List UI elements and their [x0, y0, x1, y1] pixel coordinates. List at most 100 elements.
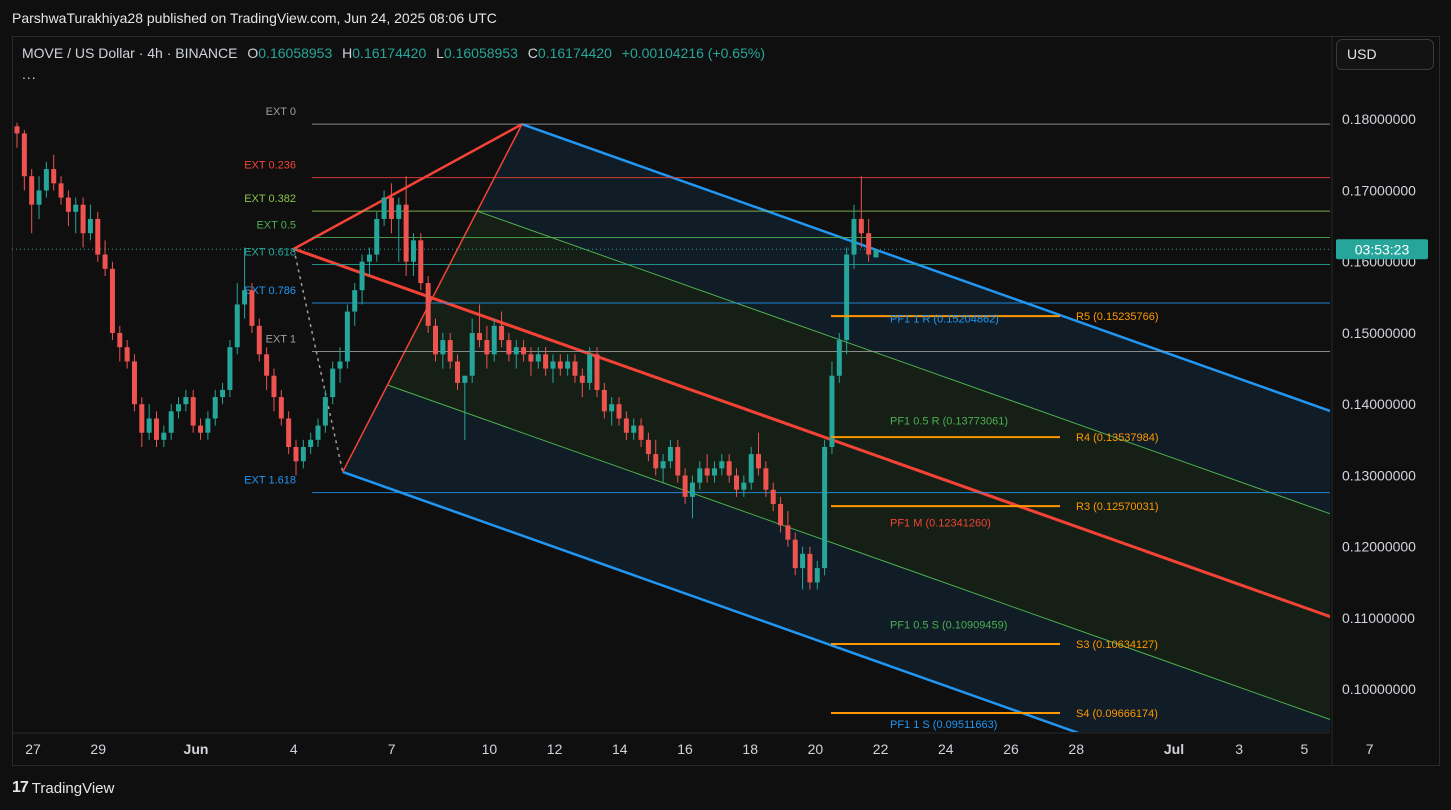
candle-body: [836, 340, 842, 376]
time-tick-label: 5: [1301, 741, 1309, 757]
time-tick-label: 24: [938, 741, 954, 757]
candle-body: [851, 218, 857, 255]
currency-button[interactable]: USD: [1336, 39, 1434, 70]
candle-body: [572, 361, 578, 376]
candle-body: [337, 361, 343, 369]
change-value: +0.00104216 (+0.65%): [621, 45, 765, 61]
candle-body: [117, 332, 123, 348]
time-tick-label: 18: [742, 741, 758, 757]
candle-body: [711, 468, 717, 476]
candle-body: [29, 176, 35, 205]
candle-body: [131, 361, 137, 405]
close-key: C: [527, 45, 538, 61]
high-value: 0.16174420: [352, 45, 427, 61]
candle-body: [293, 446, 299, 462]
price-tick-label: 0.15000000: [1342, 325, 1416, 341]
candle-body: [499, 325, 505, 341]
time-tick-label: 20: [808, 741, 824, 757]
candle-body: [506, 340, 512, 355]
price-chart[interactable]: EXT 0 EXT 0.236 EXT 0.382 EXT 0.5 EXT 0.618 E…: [0, 0, 1451, 810]
fib-level-label: EXT 0: [266, 106, 296, 118]
time-tick-label: 3: [1235, 741, 1243, 757]
candle-body: [704, 468, 710, 476]
candle-body: [521, 347, 527, 355]
candle-body: [822, 446, 828, 569]
candle-body: [778, 503, 784, 526]
candle-body: [183, 397, 189, 405]
pitchfork-level-label: PF1 1 R (0.15204862): [890, 313, 999, 325]
candle-body: [807, 553, 813, 583]
candle-body: [95, 218, 101, 255]
symbol-label[interactable]: MOVE / US Dollar · 4h · BINANCE: [22, 45, 238, 61]
low-key: L: [436, 45, 444, 61]
candle-body: [330, 368, 336, 398]
price-tick-label: 0.13000000: [1342, 467, 1416, 483]
fib-level-label: EXT 1.618: [244, 475, 296, 487]
pitchfork-level-label: PF1 0.5 R (0.13773061): [890, 415, 1008, 427]
candle-body: [227, 347, 233, 390]
time-tick-label: 27: [25, 741, 41, 757]
time-tick-label: 10: [482, 741, 498, 757]
candle-body: [198, 425, 204, 433]
time-tick-label: 26: [1003, 741, 1019, 757]
candle-body: [535, 354, 541, 362]
candle-body: [631, 425, 637, 433]
candle-body: [469, 332, 475, 376]
candle-body: [587, 354, 593, 383]
high-key: H: [342, 45, 353, 61]
candle-body: [278, 397, 284, 419]
fib-level-label: EXT 0.236: [244, 160, 296, 172]
pivot-label: R5 (0.15235766): [1076, 311, 1159, 323]
candle-body: [308, 439, 314, 447]
legend-more-button[interactable]: ...: [22, 66, 37, 82]
candle-body: [726, 461, 732, 476]
pitchfork-level-label: PF1 1 S (0.09511663): [890, 719, 997, 731]
candle-body: [271, 375, 277, 398]
time-tick-label: 14: [612, 741, 628, 757]
candle-body: [440, 340, 446, 355]
candle-body: [609, 404, 615, 412]
price-tick-label: 0.18000000: [1342, 111, 1416, 127]
candle-body: [168, 411, 174, 433]
candle-body: [315, 425, 321, 440]
candle-body: [550, 361, 556, 369]
candle-body: [741, 482, 747, 490]
candle-body: [462, 375, 468, 383]
candle-body: [660, 461, 666, 469]
candle-body: [109, 268, 115, 333]
candle-body: [176, 404, 182, 412]
candle-body: [513, 347, 519, 355]
candle-body: [344, 311, 350, 362]
tradingview-brand: TradingView: [31, 779, 115, 797]
price-tick-label: 0.14000000: [1342, 396, 1416, 412]
candle-body: [418, 240, 424, 284]
candle-body: [528, 354, 534, 362]
candle-body: [80, 204, 86, 234]
candle-body: [58, 183, 64, 198]
candle-body: [51, 169, 57, 184]
candle-body: [719, 461, 725, 469]
candle-body: [286, 418, 292, 447]
candle-body: [594, 354, 600, 390]
candle-body: [65, 197, 71, 212]
candle-body: [234, 304, 240, 348]
candle-body: [565, 361, 571, 369]
candle-body: [432, 325, 438, 355]
fib-level-label: EXT 0.5: [256, 219, 296, 231]
candle-body: [396, 204, 402, 219]
candle-body: [425, 283, 431, 326]
candle-body: [800, 553, 806, 569]
tradingview-footer: 17 TradingView: [12, 776, 114, 800]
pivot-label: S4 (0.09666174): [1076, 708, 1158, 720]
candle-body: [322, 397, 328, 426]
price-tick-label: 0.11000000: [1342, 610, 1415, 626]
candle-body: [477, 332, 483, 341]
candle-body: [264, 354, 270, 376]
candle-body: [601, 389, 607, 412]
candle-body: [146, 418, 152, 433]
candle-body: [763, 468, 769, 490]
candle-body: [249, 290, 255, 326]
candle-body: [785, 525, 791, 540]
candle-body: [491, 325, 497, 355]
candle-body: [866, 233, 872, 255]
